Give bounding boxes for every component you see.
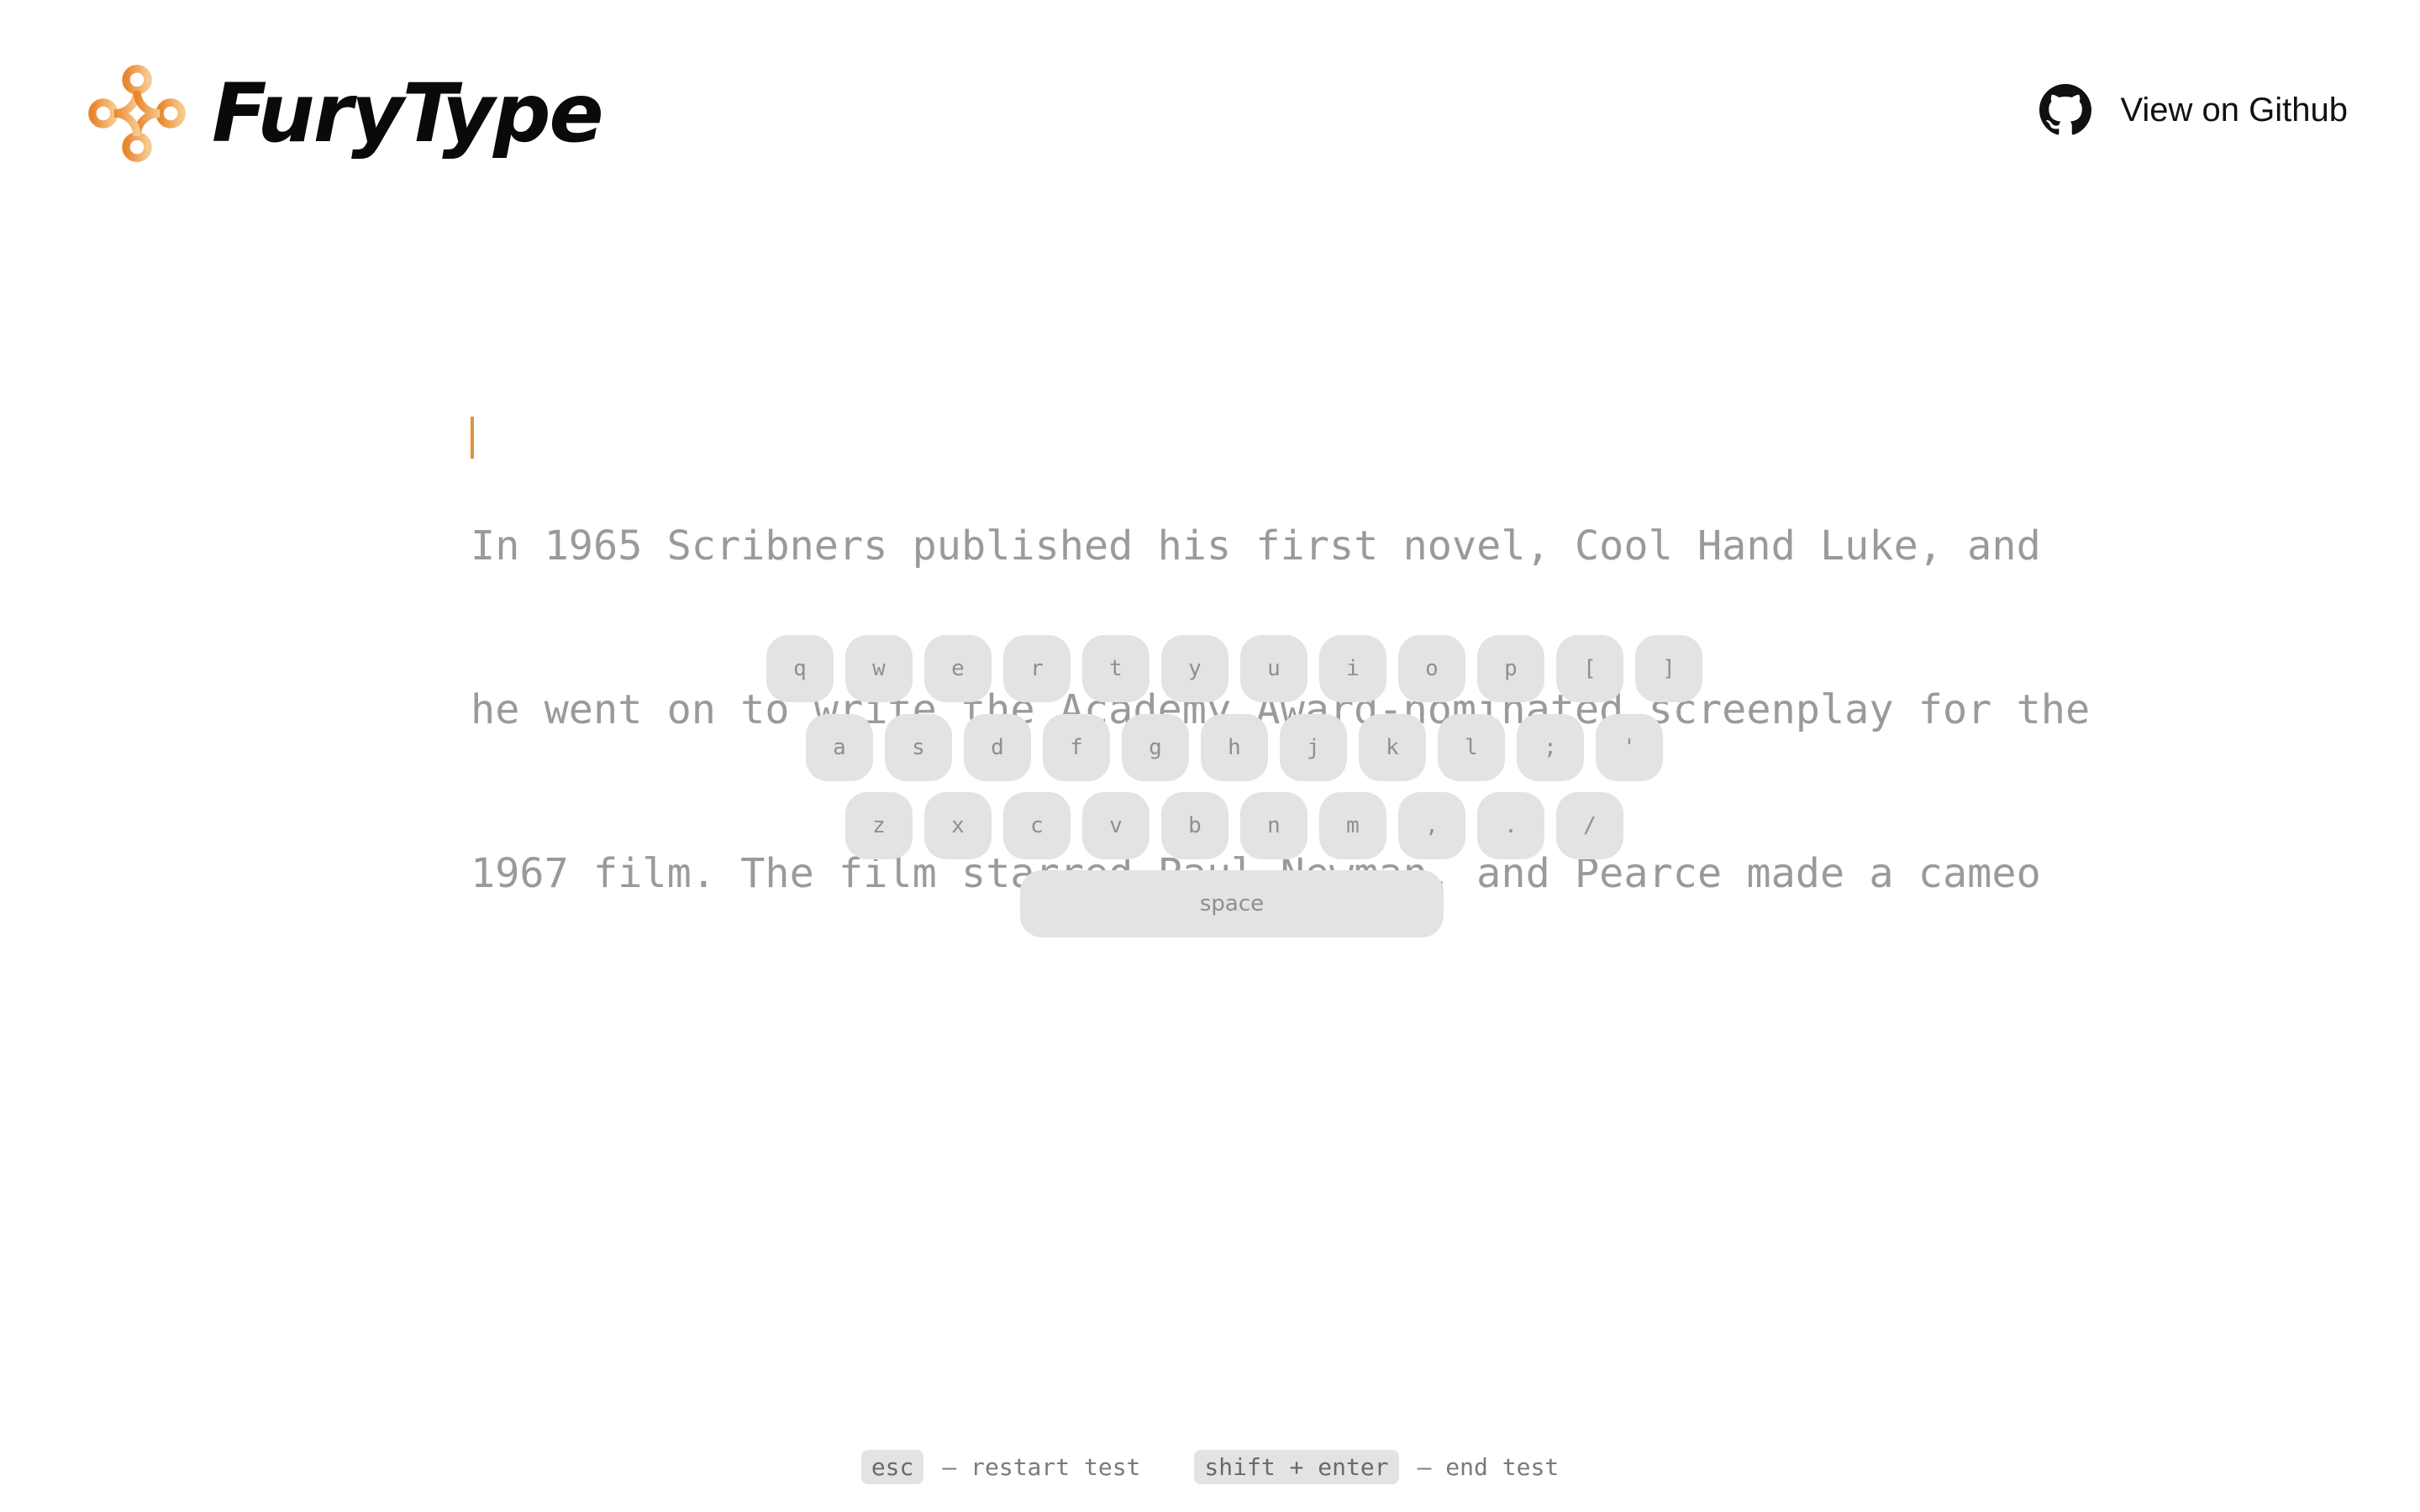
key-o[interactable]: o xyxy=(1398,635,1465,702)
keyboard-row-3: z x c v b n m , . / xyxy=(845,792,1623,859)
key-y[interactable]: y xyxy=(1161,635,1228,702)
key-v[interactable]: v xyxy=(1082,792,1150,859)
app-header: FuryType View on Github xyxy=(0,0,2420,185)
key-l[interactable]: l xyxy=(1438,714,1505,781)
key-x[interactable]: x xyxy=(924,792,992,859)
hint-restart-text: — restart test xyxy=(942,1453,1141,1481)
virtual-keyboard: q w e r t y u i o p [ ] a s d f g h j k … xyxy=(0,0,2420,1512)
keyboard-row-1: q w e r t y u i o p [ ] xyxy=(766,635,1702,702)
key-u[interactable]: u xyxy=(1240,635,1307,702)
keyboard-row-space: space xyxy=(1020,870,1444,937)
passage-line: In 1965 Scribners published his first no… xyxy=(471,522,2041,570)
hint-end: shift + enter — end test xyxy=(1194,1450,1559,1484)
github-icon xyxy=(2039,84,2092,135)
key-q[interactable]: q xyxy=(766,635,834,702)
key-k[interactable]: k xyxy=(1359,714,1426,781)
key-right-bracket[interactable]: ] xyxy=(1635,635,1702,702)
key-a[interactable]: a xyxy=(806,714,873,781)
key-p[interactable]: p xyxy=(1477,635,1544,702)
key-r[interactable]: r xyxy=(1003,635,1071,702)
keyboard-row-2: a s d f g h j k l ; ' xyxy=(806,714,1663,781)
key-c[interactable]: c xyxy=(1003,792,1071,859)
logo[interactable]: FuryType xyxy=(87,64,604,163)
key-b[interactable]: b xyxy=(1161,792,1228,859)
key-h[interactable]: h xyxy=(1201,714,1268,781)
github-link[interactable]: View on Github xyxy=(2039,84,2348,136)
key-i[interactable]: i xyxy=(1319,635,1386,702)
key-j[interactable]: j xyxy=(1280,714,1347,781)
key-s[interactable]: s xyxy=(885,714,952,781)
key-z[interactable]: z xyxy=(845,792,913,859)
key-g[interactable]: g xyxy=(1122,714,1189,781)
key-slash[interactable]: / xyxy=(1556,792,1623,859)
key-n[interactable]: n xyxy=(1240,792,1307,859)
github-label: View on Github xyxy=(2120,91,2348,129)
key-e[interactable]: e xyxy=(924,635,992,702)
key-d[interactable]: d xyxy=(964,714,1031,781)
logo-icon xyxy=(88,65,186,162)
app-name: FuryType xyxy=(212,66,604,160)
key-t[interactable]: t xyxy=(1082,635,1150,702)
key-w[interactable]: w xyxy=(845,635,913,702)
key-comma[interactable]: , xyxy=(1398,792,1465,859)
key-space[interactable]: space xyxy=(1020,870,1444,937)
shortcut-hints: esc — restart test shift + enter — end t… xyxy=(0,1450,2420,1484)
hint-key-esc: esc xyxy=(860,1450,924,1484)
hint-key-shift-enter: shift + enter xyxy=(1194,1450,1399,1484)
key-period[interactable]: . xyxy=(1477,792,1544,859)
hint-end-text: — end test xyxy=(1417,1453,1560,1481)
key-quote[interactable]: ' xyxy=(1596,714,1663,781)
key-f[interactable]: f xyxy=(1043,714,1110,781)
key-m[interactable]: m xyxy=(1319,792,1386,859)
key-left-bracket[interactable]: [ xyxy=(1556,635,1623,702)
hint-restart: esc — restart test xyxy=(860,1450,1141,1484)
key-semicolon[interactable]: ; xyxy=(1517,714,1584,781)
